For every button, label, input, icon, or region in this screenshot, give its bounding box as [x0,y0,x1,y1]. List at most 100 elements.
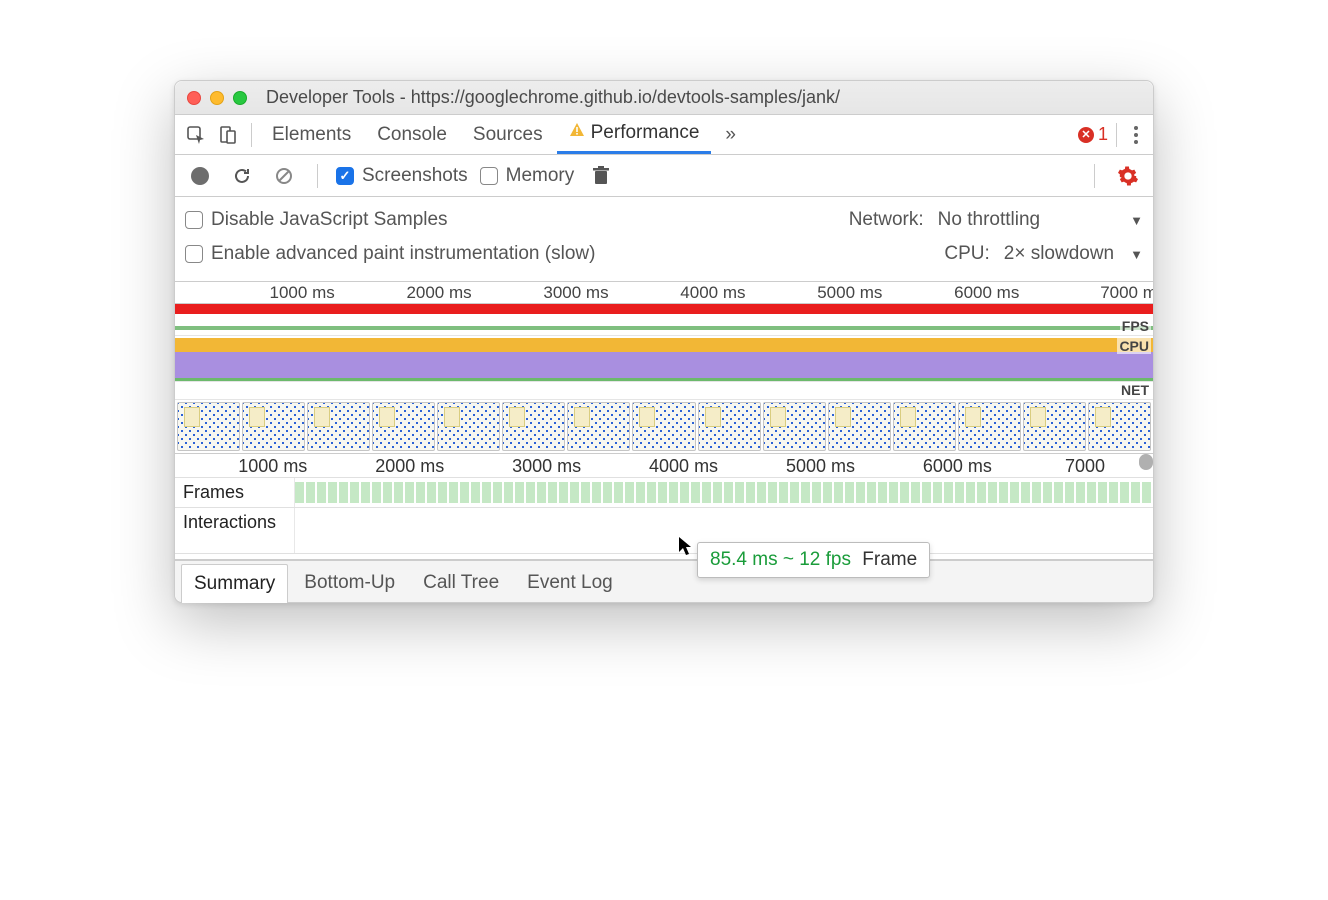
filmstrip-thumbnail[interactable] [828,402,891,451]
inspect-element-icon[interactable] [181,120,211,150]
error-count[interactable]: ✕ 1 [1078,124,1108,145]
tick-label: 7000 ms [1065,456,1124,478]
screenshots-toggle[interactable]: ✓ Screenshots [336,165,468,187]
filmstrip-thumbnail[interactable] [177,402,240,451]
tooltip-label: Frame [862,549,917,570]
frames-bars [295,482,1153,503]
minimize-window-button[interactable] [210,91,224,105]
tab-sources[interactable]: Sources [461,115,555,154]
tab-performance[interactable]: Performance [557,115,712,154]
filmstrip-thumbnail[interactable] [372,402,435,451]
tick-label: 1000 ms [270,283,335,303]
tab-call-tree[interactable]: Call Tree [411,564,511,602]
zoom-window-button[interactable] [233,91,247,105]
error-icon: ✕ [1078,127,1094,143]
lane-label: CPU [1117,338,1151,354]
tick-label: 6000 ms [923,456,992,477]
tick-label: 6000 ms [954,283,1019,303]
filmstrip-thumbnail[interactable] [437,402,500,451]
filmstrip-thumbnail[interactable] [958,402,1021,451]
tab-label: Call Tree [423,572,499,593]
frames-track[interactable]: Frames [175,478,1153,508]
clear-button[interactable] [269,161,299,191]
filmstrip-thumbnail[interactable] [698,402,761,451]
toggle-device-icon[interactable] [213,120,243,150]
overview-time-ruler[interactable]: 1000 ms 2000 ms 3000 ms 4000 ms 5000 ms … [175,282,1153,304]
tick-label: 3000 ms [543,283,608,303]
checkbox-label: Enable advanced paint instrumentation (s… [211,243,595,265]
checkbox-icon: ✓ [336,167,354,185]
tick-label: 4000 ms [680,283,745,303]
divider [317,164,318,188]
screenshots-filmstrip[interactable] [175,400,1153,454]
tick-label: 2000 ms [375,456,444,477]
network-throttling-select[interactable]: No throttling ▼ [938,209,1143,231]
performance-toolbar: ✓ Screenshots Memory [175,155,1153,197]
reload-button[interactable] [227,161,257,191]
kebab-menu-icon[interactable] [1125,126,1147,144]
tab-bottom-up[interactable]: Bottom-Up [292,564,407,602]
enable-paint-instrumentation-toggle[interactable]: Enable advanced paint instrumentation (s… [185,243,595,265]
lane-label: NET [1119,382,1151,398]
tab-label: Elements [272,124,351,146]
filmstrip-thumbnail[interactable] [1023,402,1086,451]
tab-elements[interactable]: Elements [260,115,363,154]
capture-settings: Disable JavaScript Samples Network: No t… [175,197,1153,282]
checkbox-icon [480,167,498,185]
track-label: Frames [175,478,295,507]
divider [1094,164,1095,188]
tick-label: 3000 ms [512,456,581,477]
filmstrip-thumbnail[interactable] [502,402,565,451]
filmstrip-thumbnail[interactable] [242,402,305,451]
details-tabs: Summary Bottom-Up Call Tree Event Log [175,560,1153,602]
tab-console[interactable]: Console [365,115,459,154]
select-value: 2× slowdown [1004,243,1114,265]
net-lane: NET [175,382,1153,400]
tick-label: 5000 ms [786,456,855,477]
tooltip-value: 85.4 ms ~ 12 fps [710,549,851,570]
cpu-throttling-select[interactable]: 2× slowdown ▼ [1004,243,1143,265]
divider [251,123,252,147]
track-label: Interactions [175,508,295,553]
disable-js-samples-toggle[interactable]: Disable JavaScript Samples [185,209,448,231]
tab-label: Sources [473,124,543,146]
tab-label: Console [377,124,447,146]
cpu-label: CPU: [944,243,989,265]
trash-button[interactable] [586,161,616,191]
panel-tabs: Elements Console Sources Performance » ✕… [175,115,1153,155]
devtools-window: Developer Tools - https://googlechrome.g… [174,80,1154,603]
memory-toggle[interactable]: Memory [480,165,575,187]
filmstrip-thumbnail[interactable] [763,402,826,451]
filmstrip-thumbnail[interactable] [567,402,630,451]
tab-more[interactable]: » [713,115,748,154]
tab-label: Summary [194,573,275,594]
tab-summary[interactable]: Summary [181,564,288,603]
record-button[interactable] [185,161,215,191]
filmstrip-thumbnail[interactable] [632,402,695,451]
tab-label: Event Log [527,572,613,593]
checkbox-label: Memory [506,165,575,187]
flamechart-time-ruler[interactable]: 1000 ms 2000 ms 3000 ms 4000 ms 5000 ms … [175,454,1153,478]
checkbox-label: Screenshots [362,165,468,187]
interactions-track[interactable]: Interactions 85.4 ms ~ 12 fps Frame [175,508,1153,554]
titlebar: Developer Tools - https://googlechrome.g… [175,81,1153,115]
frame-tooltip: 85.4 ms ~ 12 fps Frame [697,542,930,578]
fps-lane: FPS [175,304,1153,336]
select-value: No throttling [938,209,1040,231]
tab-label: Performance [591,122,700,144]
tab-label: Bottom-Up [304,572,395,593]
tick-label: 4000 ms [649,456,718,477]
cpu-lane: CPU [175,336,1153,382]
tick-label: 7000 m [1100,283,1153,303]
scrollbar-thumb[interactable] [1139,454,1153,470]
filmstrip-thumbnail[interactable] [307,402,370,451]
filmstrip-thumbnail[interactable] [893,402,956,451]
overview-panel[interactable]: FPS CPU NET [175,304,1153,454]
chevron-down-icon: ▼ [1130,247,1143,262]
tick-label: 2000 ms [406,283,471,303]
tab-event-log[interactable]: Event Log [515,564,625,602]
error-number: 1 [1098,124,1108,145]
settings-gear-icon[interactable] [1113,161,1143,191]
close-window-button[interactable] [187,91,201,105]
filmstrip-thumbnail[interactable] [1088,402,1151,451]
